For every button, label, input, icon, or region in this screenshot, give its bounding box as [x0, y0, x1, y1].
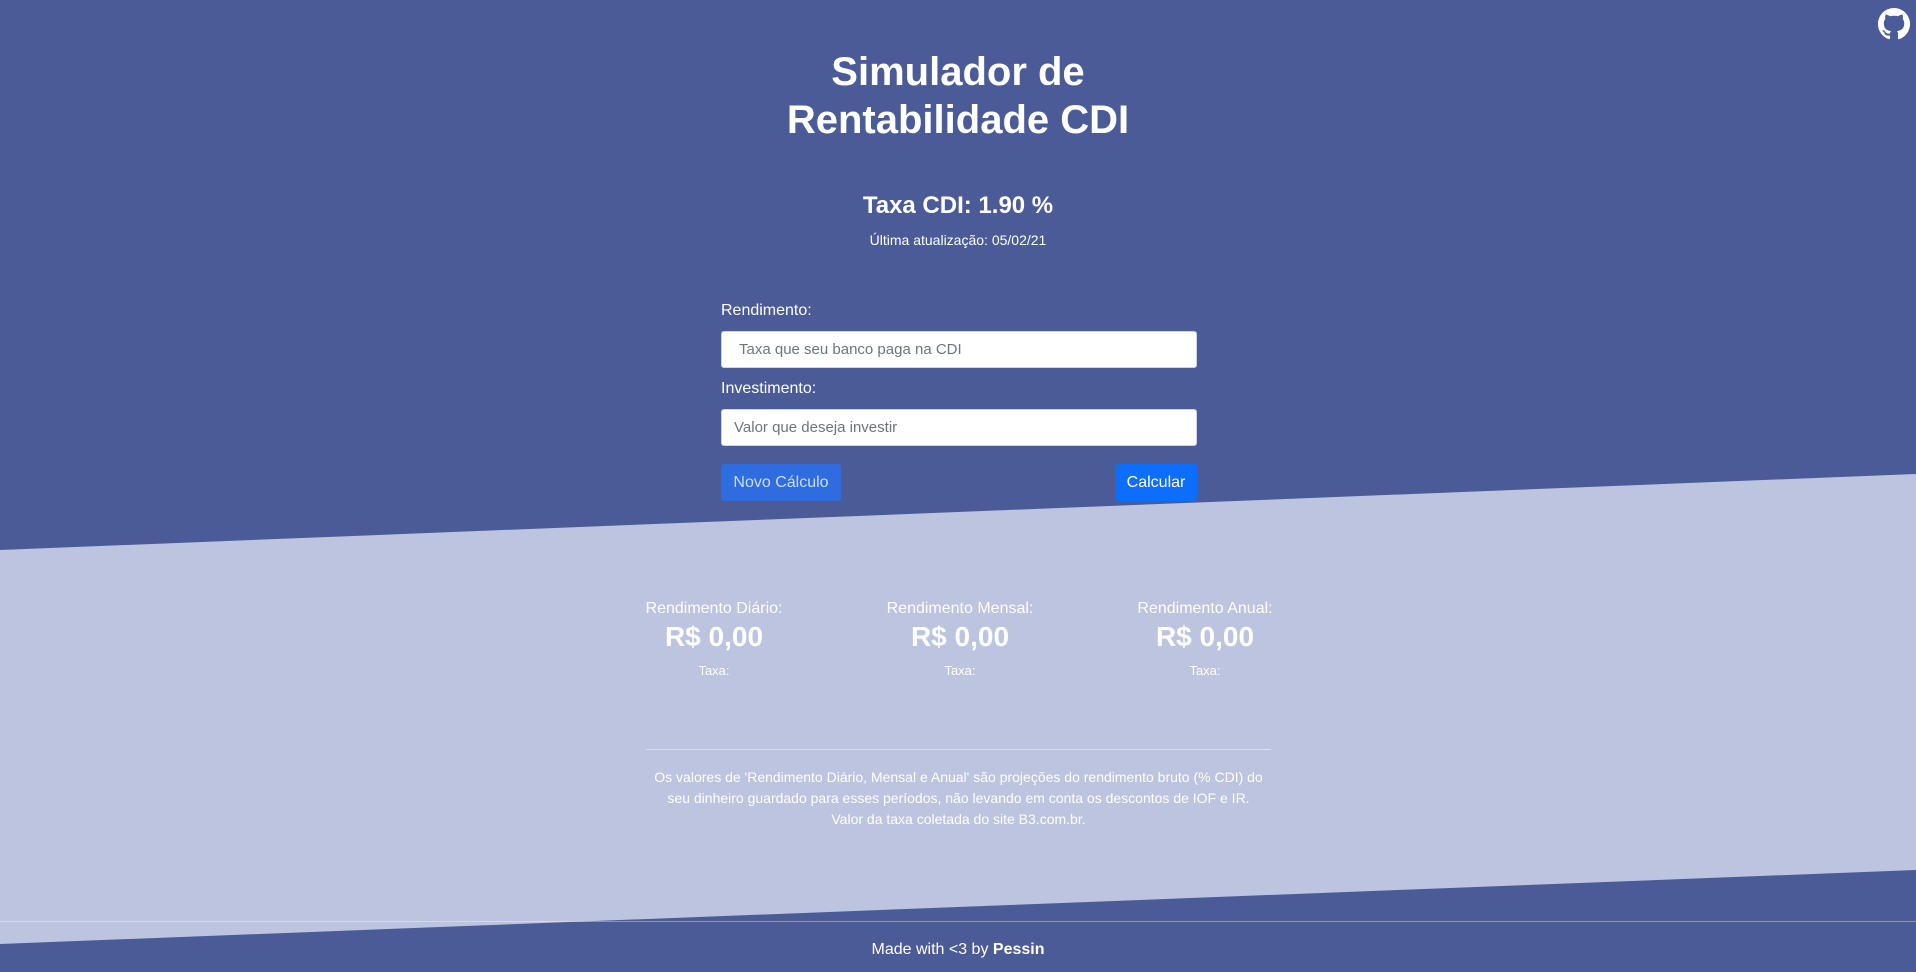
page-title: Simulador de Rentabilidade CDI — [0, 48, 1916, 144]
novo-calculo-button[interactable]: Novo Cálculo — [721, 464, 841, 501]
disclaimer-text: Os valores de 'Rendimento Diário, Mensal… — [646, 767, 1271, 830]
result-annual: Rendimento Anual: R$ 0,00 Taxa: — [1095, 598, 1315, 680]
result-annual-label: Rendimento Anual: — [1137, 600, 1273, 617]
result-annual-value: R$ 0,00 — [1155, 621, 1255, 652]
disclaimer-line-1: Os valores de 'Rendimento Diário, Mensal… — [654, 769, 1263, 785]
result-monthly: Rendimento Mensal: R$ 0,00 Taxa: — [850, 598, 1070, 680]
result-monthly-label: Rendimento Mensal: — [886, 600, 1034, 617]
result-daily-label: Rendimento Diário: — [645, 600, 783, 617]
footer-divider — [0, 921, 1916, 922]
result-daily: Rendimento Diário: R$ 0,00 Taxa: — [604, 598, 824, 680]
calcular-button[interactable]: Calcular — [1115, 464, 1197, 501]
result-daily-value: R$ 0,00 — [664, 621, 764, 652]
cdi-rate-heading: Taxa CDI: 1.90 % — [862, 192, 1054, 219]
results-divider — [646, 749, 1271, 750]
disclaimer-line-2: seu dinheiro guardado para esses período… — [667, 790, 1250, 806]
footer-prefix: Made with <3 by — [871, 941, 989, 958]
result-monthly-rate: Taxa: — [944, 663, 976, 678]
footer-author: Pessin — [992, 941, 1045, 958]
result-monthly-value: R$ 0,00 — [910, 621, 1010, 652]
github-link[interactable] — [1878, 8, 1910, 40]
rendimento-input[interactable] — [721, 331, 1197, 368]
last-update-text: Última atualização: 05/02/21 — [869, 232, 1047, 248]
result-annual-rate: Taxa: — [1189, 663, 1221, 678]
page-title-line-1: Simulador de — [831, 50, 1085, 94]
github-icon — [1878, 8, 1910, 40]
result-daily-rate: Taxa: — [698, 663, 730, 678]
investimento-label: Investimento: — [721, 380, 817, 397]
investimento-input[interactable] — [721, 409, 1197, 446]
footer: Made with <3 by Pessin — [0, 940, 1916, 960]
page-title-line-2: Rentabilidade CDI — [786, 98, 1130, 142]
rendimento-label: Rendimento: — [721, 302, 812, 319]
background-light-band — [0, 474, 1916, 944]
disclaimer-line-3: Valor da taxa coletada do site B3.com.br… — [831, 811, 1086, 827]
